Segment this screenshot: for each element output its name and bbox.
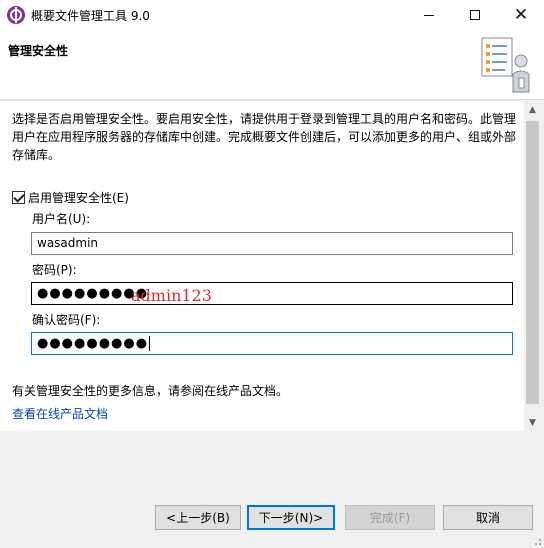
wizard-footer: <上一步(B) 下一步(N)> 完成(F) 取消 [0, 431, 544, 548]
username-input[interactable]: wasadmin [31, 232, 513, 255]
description-text: 选择是否启用管理安全性。要启用安全性，请提供用于登录到管理工具的用户名和密码。此… [12, 112, 517, 162]
maximize-button[interactable] [452, 0, 498, 30]
scroll-up-button[interactable]: ▲ [524, 101, 541, 118]
next-button[interactable]: 下一步(N)> [247, 505, 335, 530]
title-bar: 概要文件管理工具 9.0 ✕ [0, 0, 544, 30]
username-value: wasadmin [37, 236, 99, 250]
wizard-header: 管理安全性 [0, 30, 544, 100]
back-button[interactable]: <上一步(B) [155, 505, 241, 530]
info-text: 有关管理安全性的更多信息，请参阅在线产品文档。 [12, 384, 289, 398]
password-annotation: admin123 [131, 286, 212, 305]
page-title: 管理安全性 [8, 44, 69, 58]
username-label: 用户名(U): [32, 212, 91, 226]
finish-button: 完成(F) [345, 505, 435, 530]
enable-security-label: 启用管理安全性(E) [28, 191, 129, 205]
window-title: 概要文件管理工具 9.0 [31, 9, 150, 23]
enable-security-checkbox-row[interactable]: 启用管理安全性(E) [12, 189, 129, 206]
close-icon: ✕ [513, 5, 529, 25]
minimize-icon [424, 14, 434, 16]
password-input[interactable]: ●●●●●●●●● [31, 282, 513, 305]
wizard-content: 选择是否启用管理安全性。要启用安全性，请提供用于登录到管理工具的用户名和密码。此… [0, 101, 524, 431]
cancel-button[interactable]: 取消 [443, 505, 533, 530]
maximize-icon [470, 10, 480, 20]
password-label: 密码(P): [32, 263, 77, 277]
chevron-up-icon: ▲ [529, 104, 536, 115]
confirm-password-input[interactable]: ●●●●●●●●● [31, 332, 513, 355]
close-button[interactable]: ✕ [498, 0, 544, 30]
online-docs-link[interactable]: 查看在线产品文档 [12, 405, 108, 422]
confirm-password-masked-value: ●●●●●●●●● [37, 336, 149, 351]
vertical-scrollbar[interactable]: ▲ ▼ [524, 101, 541, 431]
confirm-password-label: 确认密码(F): [32, 313, 101, 327]
wizard-banner-icon [481, 37, 530, 93]
minimize-button[interactable] [406, 0, 452, 30]
text-caret [149, 336, 151, 351]
resize-grip-icon[interactable] [532, 536, 542, 546]
scroll-thumb[interactable] [526, 121, 539, 404]
scroll-down-button[interactable]: ▼ [524, 414, 541, 431]
chevron-down-icon: ▼ [529, 417, 536, 428]
enable-security-checkbox[interactable] [12, 191, 25, 204]
app-logo-icon [7, 6, 25, 24]
